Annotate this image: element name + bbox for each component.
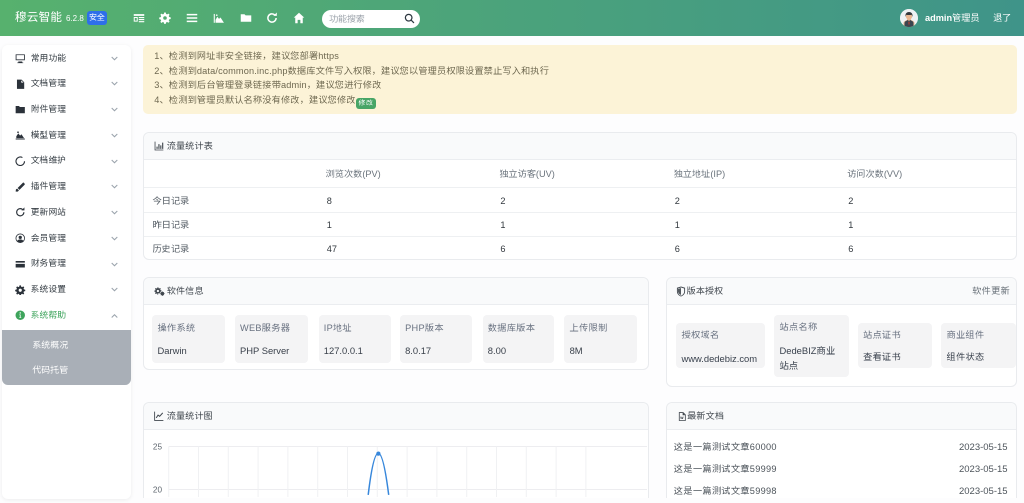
svg-text:25: 25 — [153, 443, 163, 452]
svg-text:20: 20 — [153, 486, 163, 495]
